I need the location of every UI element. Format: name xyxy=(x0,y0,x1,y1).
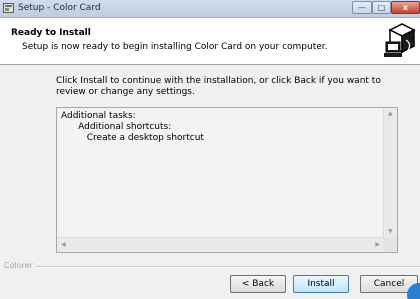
window-title: Setup - Color Card xyxy=(18,3,101,13)
title-bar[interactable]: Setup - Color Card — □ x xyxy=(0,0,420,18)
scroll-right-icon[interactable]: ▶ xyxy=(375,242,380,248)
horizontal-scrollbar[interactable]: ◀ ▶ xyxy=(57,237,384,252)
bevel-label: Colorer xyxy=(4,261,33,270)
setup-window: Setup - Color Card — □ x Ready to Instal… xyxy=(0,0,420,299)
scroll-down-icon[interactable]: ▼ xyxy=(388,229,393,235)
setup-app-icon xyxy=(3,3,14,13)
wizard-header: Ready to Install Setup is now ready to b… xyxy=(0,18,420,65)
page-subtitle: Setup is now ready to begin installing C… xyxy=(22,42,328,52)
page-title: Ready to Install xyxy=(11,28,91,38)
memo-line: Additional tasks: xyxy=(61,111,136,121)
memo-line: Additional shortcuts: xyxy=(61,122,172,132)
wizard-computer-box-icon xyxy=(383,23,417,59)
ready-memo[interactable]: Additional tasks: Additional shortcuts: … xyxy=(56,107,398,253)
memo-content: Additional tasks: Additional shortcuts: … xyxy=(61,111,204,144)
install-button[interactable]: Install xyxy=(293,275,349,293)
maximize-icon: □ xyxy=(377,2,386,12)
maximize-button[interactable]: □ xyxy=(372,1,391,14)
scroll-up-icon[interactable]: ▲ xyxy=(388,111,393,117)
bevel-divider xyxy=(36,266,420,268)
close-button[interactable]: x xyxy=(391,1,420,14)
minimize-button[interactable]: — xyxy=(352,1,372,14)
instructions-text: Click Install to continue with the insta… xyxy=(56,76,381,97)
close-icon: x xyxy=(402,2,409,12)
scroll-left-icon[interactable]: ◀ xyxy=(61,242,66,248)
minimize-icon: — xyxy=(358,2,366,12)
memo-line: Create a desktop shortcut xyxy=(61,133,204,143)
scrollbar-corner xyxy=(383,238,397,252)
vertical-scrollbar[interactable]: ▲ ▼ xyxy=(383,108,397,238)
back-button[interactable]: < Back xyxy=(230,275,286,293)
